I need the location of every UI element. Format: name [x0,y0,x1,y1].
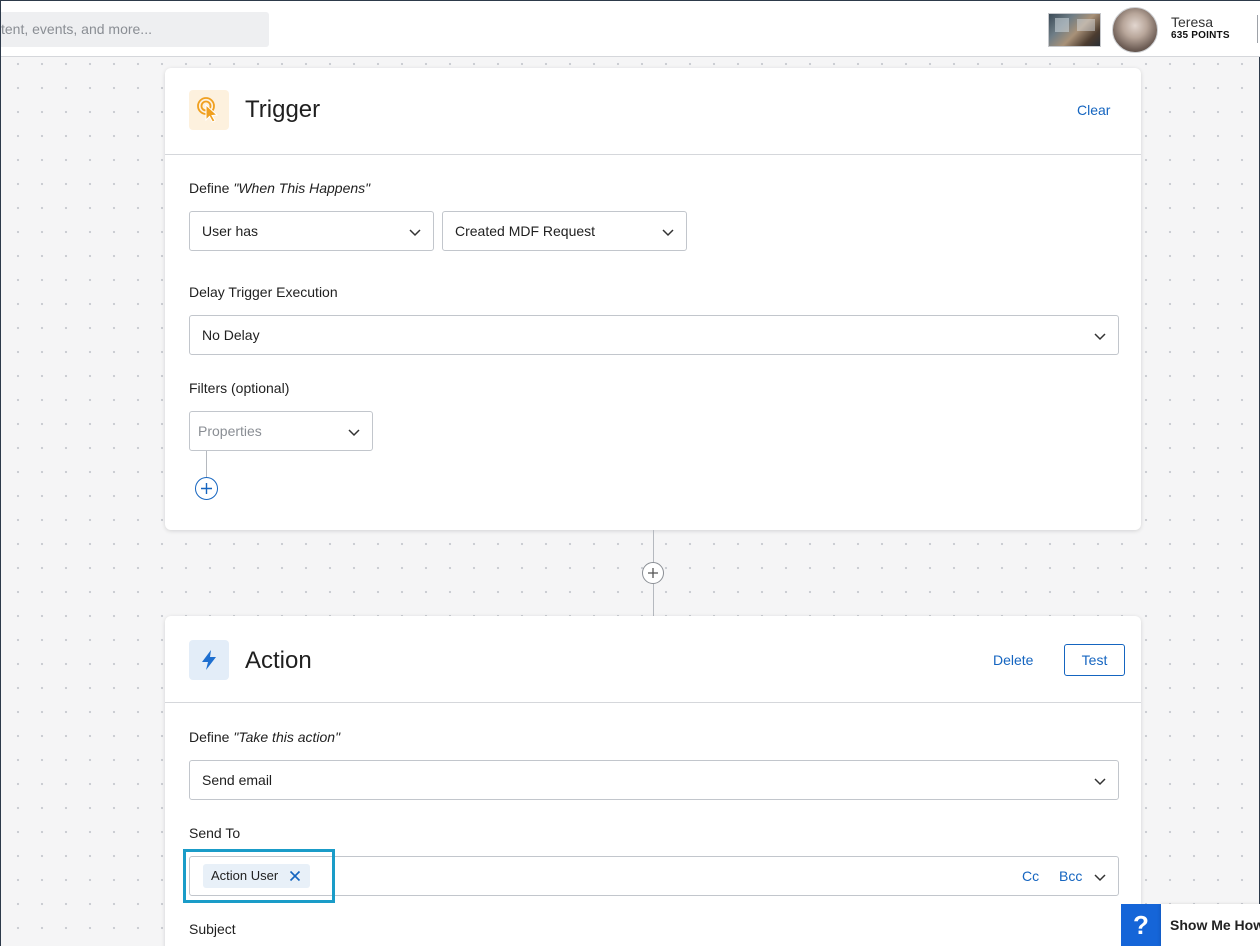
plus-icon [201,483,212,494]
show-me-how-label: Show Me How [1170,917,1260,933]
define-prefix: Define [189,180,234,196]
chevron-down-icon [1094,778,1106,786]
delay-select[interactable]: No Delay [189,315,1119,355]
send-to-label: Send To [189,825,241,841]
action-card: Action Delete Test Define "Take this act… [165,616,1141,946]
plus-icon [648,568,658,578]
pointer-click-icon [189,90,229,130]
properties-placeholder: Properties [198,423,262,439]
chevron-down-icon [1094,333,1106,341]
event-select[interactable]: Created MDF Request [442,211,687,251]
top-bar: tent, events, and more... Teresa 635 POI… [1,0,1260,57]
chevron-down-icon [348,429,360,437]
action-title: Action [245,647,312,674]
cc-button[interactable]: Cc [1022,857,1039,895]
trigger-card: Trigger Clear Define "When This Happens"… [165,68,1141,530]
close-icon[interactable] [289,870,301,882]
search-placeholder: tent, events, and more... [1,21,152,37]
delay-select-value: No Delay [202,327,260,343]
delete-button[interactable]: Delete [993,652,1033,668]
lightning-icon [189,640,229,680]
test-button-label: Test [1081,652,1108,668]
action-card-header: Action Delete Test [165,616,1141,703]
step-connector-line [653,530,654,563]
show-me-how-button[interactable]: Show Me How [1161,904,1260,946]
event-select-value: Created MDF Request [455,223,596,239]
define-action-label: Define "Take this action" [189,729,340,745]
recipient-chip-label: Action User [211,868,279,883]
header-divider [1257,15,1258,43]
subject-label: Subject [189,921,236,937]
user-points: 635 POINTS [1171,30,1230,41]
define-trigger-label: Define "When This Happens" [189,180,370,196]
trigger-card-header: Trigger Clear [165,68,1141,155]
user-name: Teresa [1171,14,1214,30]
question-mark-icon: ? [1133,909,1149,940]
bcc-button[interactable]: Bcc [1059,857,1082,895]
action-select-value: Send email [202,772,273,788]
filters-label: Filters (optional) [189,380,290,396]
step-connector-line [653,584,654,616]
subject-select[interactable]: User has [189,211,434,251]
delay-label: Delay Trigger Execution [189,284,338,300]
action-select[interactable]: Send email [189,760,1119,800]
filter-connector-line [206,451,207,477]
subject-select-value: User has [202,223,259,239]
avatar[interactable] [1112,7,1158,53]
test-button[interactable]: Test [1064,644,1125,676]
recipient-chip: Action User [203,864,311,888]
chevron-down-icon[interactable] [1094,871,1106,883]
define-quote: "When This Happens" [233,180,371,196]
trigger-title: Trigger [245,96,321,123]
chevron-down-icon [662,229,674,237]
define-prefix: Define [189,729,234,745]
recipients-field[interactable]: Action User Cc Bcc [189,856,1119,896]
chevron-down-icon [409,229,421,237]
room-thumbnail-image[interactable] [1048,13,1101,47]
define-quote: "Take this action" [233,729,341,745]
properties-select[interactable]: Properties [189,411,373,451]
add-filter-button[interactable] [195,477,218,500]
search-input[interactable]: tent, events, and more... [1,12,269,47]
clear-button[interactable]: Clear [1077,102,1110,118]
help-button[interactable]: ? [1121,904,1161,946]
add-step-button[interactable] [642,562,664,584]
